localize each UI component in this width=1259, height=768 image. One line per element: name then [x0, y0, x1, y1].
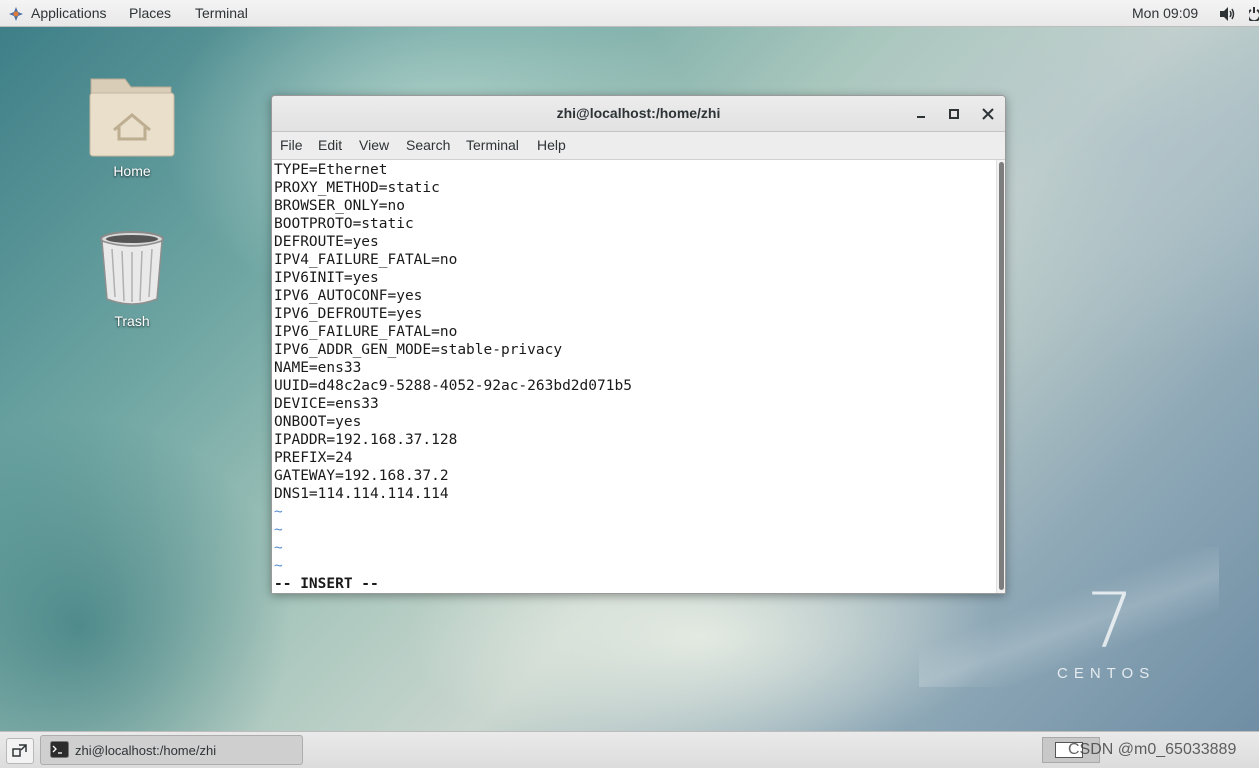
terminal-line: BROWSER_ONLY=no	[274, 198, 405, 214]
bottom-panel: zhi@localhost:/home/zhi CSDN @m0_6503388…	[0, 731, 1259, 768]
centos-logo-text: CENTOS	[1057, 665, 1156, 682]
window-title: zhi@localhost:/home/zhi	[556, 105, 721, 121]
terminal-line: IPV6_FAILURE_FATAL=no	[274, 324, 458, 340]
minimize-icon[interactable]	[912, 105, 930, 123]
menu-search[interactable]: Search	[406, 137, 450, 153]
show-desktop-icon	[12, 744, 27, 757]
terminal-scrollbar[interactable]	[996, 160, 1005, 593]
window-titlebar[interactable]: zhi@localhost:/home/zhi	[272, 96, 1005, 132]
power-icon[interactable]	[1249, 5, 1259, 21]
terminal-line: IPADDR=192.168.37.128	[274, 432, 458, 448]
centos-logo-number: 7	[1086, 576, 1135, 665]
applications-menu[interactable]: Applications	[31, 5, 107, 21]
terminal-line: DEFROUTE=yes	[274, 234, 379, 250]
close-icon[interactable]	[979, 105, 997, 123]
menu-view[interactable]: View	[359, 137, 389, 153]
home-folder-icon	[89, 78, 175, 157]
terminal-line: UUID=d48c2ac9-5288-4052-92ac-263bd2d071b…	[274, 378, 632, 394]
terminal-line: IPV6INIT=yes	[274, 270, 379, 286]
terminal-line: ONBOOT=yes	[274, 414, 362, 430]
terminal-line: BOOTPROTO=static	[274, 216, 414, 232]
terminal-line: NAME=ens33	[274, 360, 362, 376]
terminal-content[interactable]: TYPE=Ethernet PROXY_METHOD=static BROWSE…	[273, 160, 995, 593]
scrollbar-thumb[interactable]	[999, 162, 1004, 590]
terminal-window: zhi@localhost:/home/zhi File Edit View S…	[271, 95, 1006, 594]
maximize-icon[interactable]	[945, 105, 963, 123]
terminal-line: DEVICE=ens33	[274, 396, 379, 412]
terminal-line: IPV6_AUTOCONF=yes	[274, 288, 423, 304]
empty-line-tilde: ~	[274, 504, 283, 520]
places-menu[interactable]: Places	[129, 5, 171, 21]
terminal-line: PROXY_METHOD=static	[274, 180, 440, 196]
home-label: Home	[113, 163, 151, 179]
terminal-line: PREFIX=24	[274, 450, 353, 466]
clock[interactable]: Mon 09:09	[1132, 5, 1198, 21]
menu-file[interactable]: File	[280, 137, 303, 153]
terminal-line: GATEWAY=192.168.37.2	[274, 468, 449, 484]
empty-line-tilde: ~	[274, 558, 283, 574]
empty-line-tilde: ~	[274, 522, 283, 538]
terminal-line: IPV4_FAILURE_FATAL=no	[274, 252, 458, 268]
applications-icon	[9, 7, 23, 21]
show-desktop-button[interactable]	[6, 738, 34, 764]
terminal-line: TYPE=Ethernet	[274, 162, 388, 178]
terminal-icon	[50, 741, 69, 758]
vim-mode-indicator: -- INSERT --	[274, 576, 379, 592]
terminal-menubar: File Edit View Search Terminal Help	[272, 132, 1005, 160]
top-panel: Applications Places Terminal Mon 09:09	[0, 0, 1259, 27]
volume-icon[interactable]	[1219, 6, 1237, 22]
terminal-app-menu[interactable]: Terminal	[195, 5, 248, 21]
menu-edit[interactable]: Edit	[318, 137, 342, 153]
menu-help[interactable]: Help	[537, 137, 566, 153]
desktop-icon-trash[interactable]: Trash	[77, 229, 187, 329]
menu-terminal[interactable]: Terminal	[466, 137, 519, 153]
trash-icon	[100, 231, 164, 305]
desktop-icon-home[interactable]: Home	[77, 75, 187, 179]
taskbar-item-terminal[interactable]: zhi@localhost:/home/zhi	[40, 735, 303, 765]
trash-label: Trash	[114, 313, 150, 329]
terminal-line: IPV6_DEFROUTE=yes	[274, 306, 423, 322]
terminal-line: IPV6_ADDR_GEN_MODE=stable-privacy	[274, 342, 563, 358]
taskbar-item-label: zhi@localhost:/home/zhi	[75, 743, 217, 758]
watermark-text: CSDN @m0_65033889	[1068, 741, 1237, 758]
empty-line-tilde: ~	[274, 540, 283, 556]
terminal-line: DNS1=114.114.114.114	[274, 486, 449, 502]
